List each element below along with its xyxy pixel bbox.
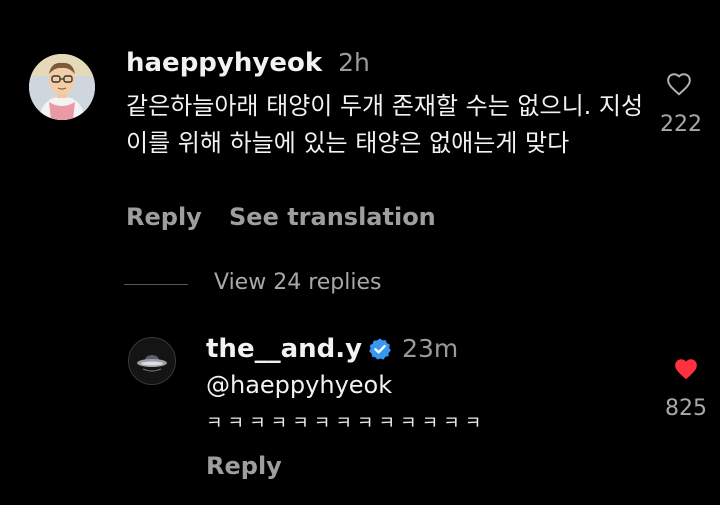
reply-avatar[interactable] xyxy=(128,337,176,385)
cartoon-avatar-icon xyxy=(29,54,95,120)
reply-text: ㅋㅋㅋㅋㅋㅋㅋㅋㅋㅋㅋㅋㅋ xyxy=(206,413,487,434)
reply-header: the__and.y 23m xyxy=(206,334,458,365)
reply-timestamp: 23m xyxy=(402,334,459,363)
view-replies-button[interactable]: View 24 replies xyxy=(214,270,381,295)
replies-divider xyxy=(124,284,188,285)
heart-filled-icon xyxy=(675,359,697,380)
comment-like-button[interactable] xyxy=(666,72,692,96)
comment-username[interactable]: haeppyhyeok xyxy=(126,48,322,78)
comment-text: 같은하늘아래 태양이 두개 존재할 수는 없으니. 지성이를 위해 하늘에 있는… xyxy=(126,92,644,157)
comment-timestamp: 2h xyxy=(338,48,370,77)
reply-like-button[interactable] xyxy=(673,357,699,381)
reply-mention[interactable]: @haeppyhyeok xyxy=(206,371,392,399)
reply-like-count: 825 xyxy=(665,396,707,421)
heart-outline-icon xyxy=(667,73,691,96)
reply-username[interactable]: the__and.y xyxy=(206,334,362,364)
reply-reply-button[interactable]: Reply xyxy=(206,452,282,480)
see-translation-button[interactable]: See translation xyxy=(229,203,436,231)
comment-header: haeppyhyeok 2h xyxy=(126,48,370,78)
ufo-avatar-icon xyxy=(129,338,175,384)
comment-reply-button[interactable]: Reply xyxy=(126,203,202,231)
comment-avatar[interactable] xyxy=(29,54,95,120)
verified-badge-icon xyxy=(368,337,392,365)
comment-like-count: 222 xyxy=(660,112,702,137)
